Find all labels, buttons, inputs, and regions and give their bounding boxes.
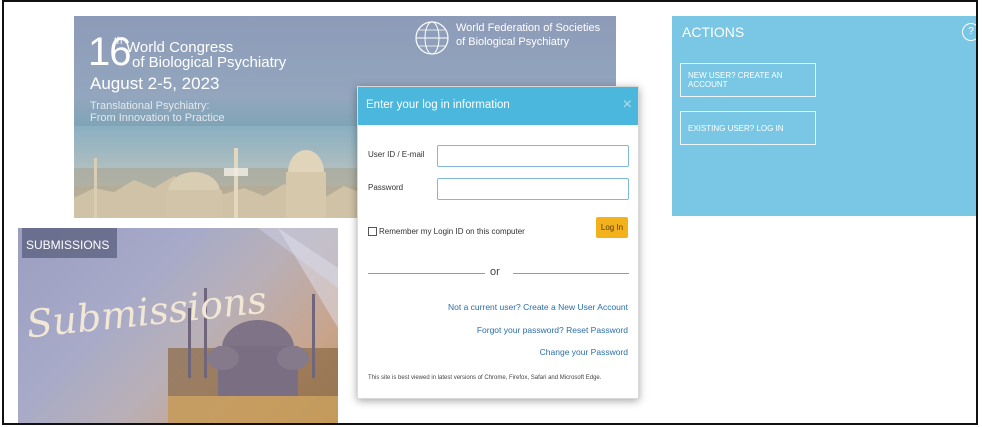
congress-ordinal: th: [114, 36, 123, 47]
federation-name-line1: World Federation of Societies: [456, 22, 601, 34]
create-account-link[interactable]: Not a current user? Create a New User Ac…: [448, 302, 628, 312]
actions-title: ACTIONS: [682, 24, 745, 40]
submissions-label: SUBMISSIONS: [22, 228, 118, 258]
help-icon[interactable]: ?: [962, 23, 976, 41]
actions-panel: ACTIONS ? NEW USER? CREATE AN ACCOUNT EX…: [672, 16, 976, 216]
congress-tagline-2: From Innovation to Practice: [90, 112, 225, 124]
browser-support-note: This site is best viewed in latest versi…: [368, 375, 602, 381]
page-frame: 16 th World Congress of Biological Psych…: [2, 0, 978, 425]
reset-password-link[interactable]: Forgot your password? Reset Password: [477, 325, 628, 335]
divider-left: [368, 273, 485, 274]
close-icon[interactable]: ×: [623, 96, 632, 114]
login-dialog-header: Enter your log in information ×: [358, 87, 638, 125]
or-separator: or: [490, 266, 500, 278]
congress-tagline-1: Translational Psychiatry:: [90, 100, 210, 112]
password-input[interactable]: [437, 178, 629, 200]
congress-title-line2: of Biological Psychiatry: [132, 54, 287, 71]
login-dialog-title: Enter your log in information: [366, 99, 510, 111]
remember-login-option[interactable]: Remember my Login ID on this computer: [368, 227, 525, 236]
congress-dates: August 2-5, 2023: [90, 74, 220, 93]
congress-number: 16: [88, 30, 131, 74]
change-password-link[interactable]: Change your Password: [540, 347, 628, 357]
login-button[interactable]: Log In: [596, 217, 628, 238]
password-label: Password: [368, 183, 404, 192]
remember-checkbox[interactable]: [368, 227, 377, 236]
federation-name-line2: of Biological Psychiatry: [456, 36, 570, 48]
create-account-button[interactable]: NEW USER? CREATE AN ACCOUNT: [680, 63, 816, 97]
remember-label: Remember my Login ID on this computer: [379, 227, 525, 236]
submissions-tile[interactable]: SUBMISSIONS Submissions: [18, 228, 338, 423]
user-id-label: User ID / E-mail: [368, 150, 425, 159]
globe-logo-icon: [415, 21, 449, 55]
user-id-input[interactable]: [437, 145, 629, 167]
divider-right: [513, 273, 629, 274]
existing-user-login-button[interactable]: EXISTING USER? LOG IN: [680, 111, 816, 145]
login-dialog: Enter your log in information × User ID …: [357, 86, 639, 399]
